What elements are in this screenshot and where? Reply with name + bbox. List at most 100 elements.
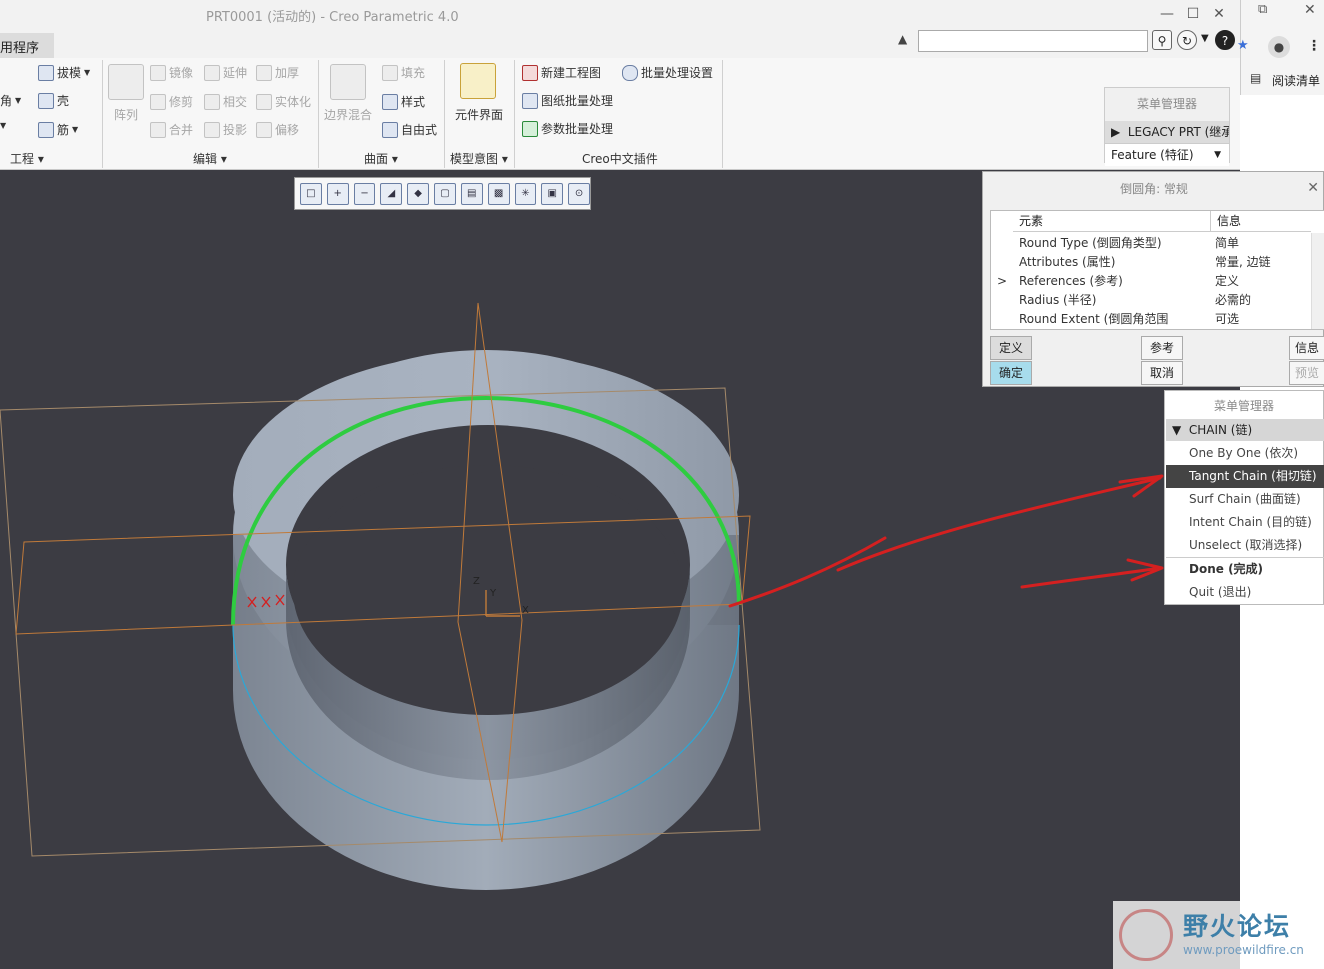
datum-display-icon[interactable]: ✳: [514, 182, 537, 205]
menu-feature[interactable]: Feature (特征) ▼: [1105, 143, 1229, 166]
cancel-button[interactable]: 取消: [1141, 361, 1183, 385]
offset-button[interactable]: 偏移: [256, 121, 299, 138]
more-menu-icon[interactable]: ⋮: [1307, 38, 1321, 54]
refs-button[interactable]: 参考: [1141, 336, 1183, 360]
group-model-intent-label[interactable]: 模型意图 ▾: [450, 150, 508, 167]
element-table: 元素 信息 Round Type (倒圆角类型) 简单 Attributes (属…: [990, 210, 1324, 330]
intersect-icon: [204, 93, 220, 110]
trim-button[interactable]: 修剪: [150, 93, 193, 110]
watermark-logo-icon: [1119, 909, 1173, 961]
define-button[interactable]: 定义: [990, 336, 1032, 360]
preview-button[interactable]: 预览: [1289, 361, 1324, 385]
shell-button[interactable]: 壳: [38, 92, 69, 109]
annotation-display-icon[interactable]: ▣: [541, 182, 564, 205]
refit-icon[interactable]: □: [300, 182, 322, 205]
group-engineering-label[interactable]: 工程 ▾: [10, 150, 44, 167]
watermark-name: 野火论坛: [1183, 912, 1292, 941]
maximize-button[interactable]: ☐: [1182, 4, 1204, 24]
group-edit-label[interactable]: 编辑 ▾: [193, 150, 227, 167]
drawing-batch-button[interactable]: 图纸批量处理: [522, 92, 613, 109]
menu-item-unselect[interactable]: Unselect (取消选择): [1166, 534, 1324, 557]
solidify-button[interactable]: 实体化: [256, 93, 311, 110]
menu-legacy-prt[interactable]: ▶ LEGACY PRT (继承: [1105, 121, 1229, 143]
boundary-blend-icon[interactable]: [330, 64, 366, 100]
mirror-button[interactable]: 镜像: [150, 64, 193, 81]
reading-list-icon[interactable]: ▤: [1250, 71, 1261, 85]
new-drawing-icon: [522, 64, 538, 81]
thicken-button[interactable]: 加厚: [256, 64, 299, 81]
reading-list-label[interactable]: 阅读清单: [1272, 72, 1320, 89]
rib-button[interactable]: 筋 ▼: [38, 121, 78, 138]
extend-button[interactable]: 延伸: [204, 64, 247, 81]
search-input[interactable]: [918, 30, 1148, 52]
minimize-button[interactable]: —: [1156, 4, 1178, 24]
tab-applications[interactable]: 用程序: [0, 33, 54, 58]
menu-item-tangent-chain[interactable]: Tangnt Chain (相切链): [1166, 465, 1324, 488]
dialog-close-icon[interactable]: ✕: [1307, 180, 1319, 196]
side-close-icon[interactable]: ✕: [1304, 2, 1316, 18]
zoom-out-icon[interactable]: −: [353, 182, 376, 205]
repaint-icon[interactable]: ◢: [380, 182, 403, 205]
group-separator: [722, 60, 723, 168]
watermark: 野火论坛 www.proewildfire.cn: [1113, 901, 1324, 969]
refresh-icon[interactable]: ↻: [1177, 30, 1197, 50]
trim-icon: [150, 93, 166, 110]
menu-manager-title: 菜单管理器: [1136, 97, 1197, 111]
project-icon: [204, 121, 220, 138]
thicken-icon: [256, 64, 272, 81]
merge-button[interactable]: 合并: [150, 121, 193, 138]
collapse-ribbon-icon[interactable]: ▲: [898, 32, 907, 46]
intersect-button[interactable]: 相交: [204, 93, 247, 110]
restore-icon[interactable]: ⧉: [1258, 2, 1267, 17]
info-button[interactable]: 信息: [1289, 336, 1324, 360]
profile-avatar-icon[interactable]: ●: [1268, 36, 1290, 58]
group-creo-plugin-label: Creo中文插件: [582, 152, 658, 166]
search-icon[interactable]: ⚲: [1152, 30, 1172, 50]
table-row[interactable]: Round Type (倒圆角类型) 简单: [991, 234, 1311, 253]
table-row[interactable]: > References (参考) 定义: [991, 272, 1311, 291]
display-style-icon[interactable]: ◆: [407, 182, 430, 205]
project-button[interactable]: 投影: [204, 121, 247, 138]
group-surface-label[interactable]: 曲面 ▾: [364, 150, 398, 167]
ok-button[interactable]: 确定: [990, 361, 1032, 385]
star-icon[interactable]: ★: [1237, 38, 1249, 53]
menu-item-one-by-one[interactable]: One By One (依次): [1166, 442, 1324, 465]
menu-item-done[interactable]: Done (完成): [1166, 558, 1324, 581]
table-row[interactable]: Attributes (属性) 常量, 边链: [991, 253, 1311, 272]
spin-center-icon[interactable]: ⊙: [568, 182, 590, 205]
table-row[interactable]: Round Extent (倒圆角范围 可选: [991, 310, 1311, 329]
batch-settings-button[interactable]: 批量处理设置: [622, 64, 713, 81]
fill-button[interactable]: 填充: [382, 64, 425, 81]
perspective-icon[interactable]: ▩: [487, 182, 510, 205]
menu-manager-top: 菜单管理器 ▶ LEGACY PRT (继承 Feature (特征) ▼: [1104, 87, 1230, 166]
saved-orientations-icon[interactable]: ▢: [434, 182, 456, 205]
zoom-in-icon[interactable]: +: [326, 182, 349, 205]
extend-icon: [204, 64, 220, 81]
axis-y-label: Y: [489, 588, 497, 599]
freestyle-button[interactable]: 自由式: [382, 121, 437, 138]
param-batch-button[interactable]: 参数批量处理: [522, 120, 613, 137]
table-scrollbar[interactable]: [1311, 233, 1324, 329]
style-button[interactable]: 样式: [382, 93, 425, 110]
chamfer-dropdown[interactable]: ▼: [0, 121, 6, 130]
axis-x-label: X: [522, 605, 529, 616]
chain-menu-header[interactable]: ▼ CHAIN (链): [1166, 419, 1324, 441]
col-element-header: 元素: [1013, 211, 1211, 232]
menu-item-surf-chain[interactable]: Surf Chain (曲面链): [1166, 488, 1324, 511]
table-row[interactable]: Radius (半径) 必需的: [991, 291, 1311, 310]
menu-item-intent-chain[interactable]: Intent Chain (目的链): [1166, 511, 1324, 534]
menu-item-quit[interactable]: Quit (退出): [1166, 581, 1324, 604]
view-toolbar: □ + − ◢ ◆ ▢ ▤ ▩ ✳ ▣ ⊙: [294, 177, 591, 210]
close-button[interactable]: ✕: [1208, 4, 1230, 24]
round-button[interactable]: 角 ▼: [0, 92, 21, 109]
component-interface-label: 元件界面: [455, 108, 504, 122]
pattern-icon[interactable]: [108, 64, 144, 100]
view-manager-icon[interactable]: ▤: [460, 182, 483, 205]
dropdown-icon[interactable]: ▼: [1201, 33, 1209, 44]
title-bar: [0, 0, 1240, 30]
chain-menu-title: 菜单管理器: [1213, 399, 1274, 413]
draft-button[interactable]: 拔模 ▼: [38, 64, 90, 81]
component-interface-icon[interactable]: [460, 63, 496, 99]
help-icon[interactable]: ?: [1215, 30, 1235, 50]
new-drawing-button[interactable]: 新建工程图: [522, 64, 601, 81]
